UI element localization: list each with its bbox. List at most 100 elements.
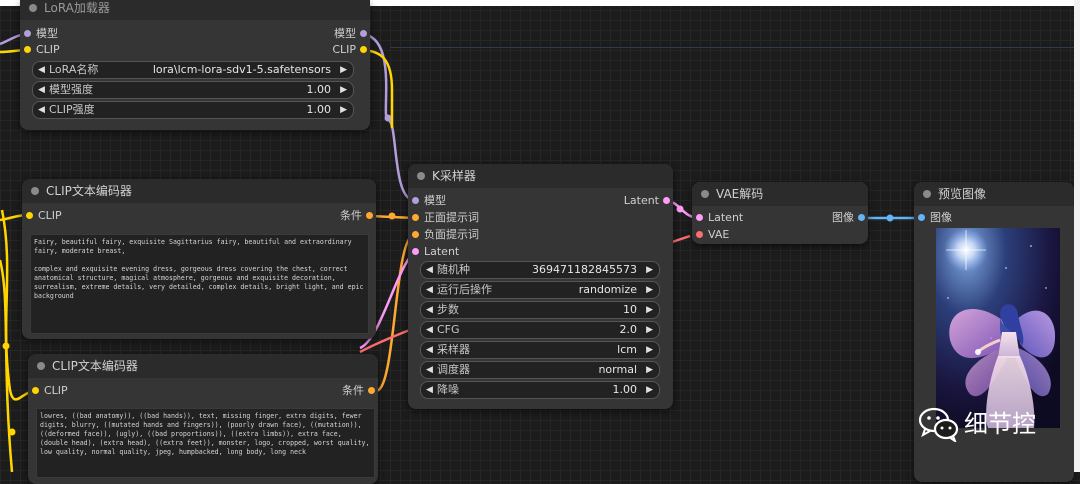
vae-in-vae[interactable]: VAE bbox=[692, 227, 788, 243]
arrow-right-icon[interactable]: ▶ bbox=[646, 342, 653, 358]
wire-positive-reroute bbox=[388, 212, 396, 220]
clip-pos-out-conditioning[interactable]: 条件 bbox=[262, 208, 376, 224]
clip-neg-header[interactable]: CLIP文本编码器 bbox=[28, 354, 378, 378]
port-model-dot[interactable] bbox=[412, 197, 419, 204]
arrow-right-icon[interactable]: ▶ bbox=[646, 322, 653, 338]
ksampler-in-latent[interactable]: Latent bbox=[408, 244, 544, 260]
clip-pos-title: CLIP文本编码器 bbox=[46, 184, 132, 198]
widget-label: 采样器 bbox=[437, 343, 470, 356]
port-model-dot[interactable] bbox=[360, 30, 367, 37]
widget-value: lcm bbox=[617, 343, 637, 356]
vae-decode-node[interactable]: VAE解码 Latent VAE 图像 bbox=[692, 182, 868, 244]
arrow-left-icon[interactable]: ◀ bbox=[426, 282, 433, 298]
port-latent-dot[interactable] bbox=[696, 214, 703, 221]
sampler-combo[interactable]: ◀ 采样器 lcm ▶ bbox=[420, 341, 660, 359]
generated-image-preview[interactable] bbox=[936, 228, 1060, 428]
clip-neg-out-conditioning[interactable]: 条件 bbox=[264, 383, 378, 399]
negative-prompt-textarea[interactable]: lowres, ((bad anatomy)), ((bad hands)), … bbox=[36, 408, 375, 478]
lora-name-combo[interactable]: ◀ LoRA名称 lora\lcm-lora-sdv1-5.safetensor… bbox=[32, 61, 354, 79]
ksampler-node[interactable]: K采样器 模型 正面提示词 负面提示词 Latent Latent ◀ 随机种 … bbox=[408, 164, 673, 409]
steps-number[interactable]: ◀ 步数 10 ▶ bbox=[420, 301, 660, 319]
port-conditioning-dot[interactable] bbox=[366, 212, 373, 219]
vae-header[interactable]: VAE解码 bbox=[692, 182, 868, 206]
arrow-left-icon[interactable]: ◀ bbox=[38, 102, 45, 118]
collapse-dot-icon[interactable] bbox=[29, 4, 37, 12]
clip-pos-in-clip[interactable]: CLIP bbox=[22, 208, 138, 224]
clip-strength-number[interactable]: ◀ CLIP强度 1.00 ▶ bbox=[32, 101, 354, 119]
cfg-number[interactable]: ◀ CFG 2.0 ▶ bbox=[420, 321, 660, 339]
port-label: CLIP bbox=[36, 43, 60, 56]
arrow-left-icon[interactable]: ◀ bbox=[38, 82, 45, 98]
port-model-dot[interactable] bbox=[24, 30, 31, 37]
collapse-dot-icon[interactable] bbox=[31, 187, 39, 195]
arrow-left-icon[interactable]: ◀ bbox=[38, 62, 45, 78]
port-label: VAE bbox=[708, 228, 730, 241]
collapse-dot-icon[interactable] bbox=[37, 362, 45, 370]
port-clip-dot[interactable] bbox=[32, 387, 39, 394]
lora-in-clip[interactable]: CLIP bbox=[20, 42, 136, 58]
arrow-right-icon[interactable]: ▶ bbox=[646, 282, 653, 298]
preview-header[interactable]: 预览图像 bbox=[914, 182, 1074, 206]
port-label: 模型 bbox=[424, 194, 446, 207]
arrow-left-icon[interactable]: ◀ bbox=[426, 322, 433, 338]
scheduler-combo[interactable]: ◀ 调度器 normal ▶ bbox=[420, 361, 660, 379]
ksampler-in-negative[interactable]: 负面提示词 bbox=[408, 227, 544, 243]
port-clip-dot[interactable] bbox=[360, 46, 367, 53]
port-conditioning-dot[interactable] bbox=[412, 214, 419, 221]
fairy-image bbox=[936, 228, 1060, 428]
port-latent-dot[interactable] bbox=[663, 197, 670, 204]
collapse-dot-icon[interactable] bbox=[701, 190, 709, 198]
port-label: 图像 bbox=[832, 211, 854, 224]
arrow-right-icon[interactable]: ▶ bbox=[646, 382, 653, 398]
lora-out-clip[interactable]: CLIP bbox=[256, 42, 370, 58]
port-conditioning-dot[interactable] bbox=[368, 387, 375, 394]
denoise-number[interactable]: ◀ 降噪 1.00 ▶ bbox=[420, 381, 660, 399]
clip-text-encode-positive-node[interactable]: CLIP文本编码器 CLIP 条件 Fairy, beautiful fairy… bbox=[22, 179, 376, 339]
model-strength-number[interactable]: ◀ 模型强度 1.00 ▶ bbox=[32, 81, 354, 99]
wire-left-reroute-b bbox=[8, 428, 16, 436]
port-image-dot[interactable] bbox=[918, 214, 925, 221]
ksampler-title: K采样器 bbox=[432, 169, 476, 183]
arrow-right-icon[interactable]: ▶ bbox=[646, 362, 653, 378]
collapse-dot-icon[interactable] bbox=[417, 172, 425, 180]
preview-in-image[interactable]: 图像 bbox=[914, 210, 1010, 226]
ksampler-header[interactable]: K采样器 bbox=[408, 164, 673, 188]
clip-text-encode-negative-node[interactable]: CLIP文本编码器 CLIP 条件 lowres, ((bad anatomy)… bbox=[28, 354, 378, 484]
lora-out-model[interactable]: 模型 bbox=[256, 26, 370, 42]
arrow-left-icon[interactable]: ◀ bbox=[426, 362, 433, 378]
arrow-right-icon[interactable]: ▶ bbox=[340, 62, 347, 78]
port-label: 模型 bbox=[334, 27, 356, 40]
arrow-right-icon[interactable]: ▶ bbox=[340, 82, 347, 98]
ksampler-in-model[interactable]: 模型 bbox=[408, 193, 544, 209]
arrow-left-icon[interactable]: ◀ bbox=[426, 302, 433, 318]
ksampler-in-positive[interactable]: 正面提示词 bbox=[408, 210, 544, 226]
port-clip-dot[interactable] bbox=[26, 212, 33, 219]
lora-in-model[interactable]: 模型 bbox=[20, 26, 136, 42]
arrow-right-icon[interactable]: ▶ bbox=[646, 262, 653, 278]
seed-number[interactable]: ◀ 随机种 369471182845573 ▶ bbox=[420, 261, 660, 279]
lora-node-header[interactable]: LoRA加载器 bbox=[20, 0, 370, 20]
clip-pos-header[interactable]: CLIP文本编码器 bbox=[22, 179, 376, 203]
widget-value: 369471182845573 bbox=[532, 263, 637, 276]
control-after-generate-combo[interactable]: ◀ 运行后操作 randomize ▶ bbox=[420, 281, 660, 299]
port-label: 负面提示词 bbox=[424, 228, 479, 241]
port-latent-dot[interactable] bbox=[412, 248, 419, 255]
collapse-dot-icon[interactable] bbox=[923, 190, 931, 198]
widget-value: normal bbox=[598, 363, 637, 376]
clip-neg-in-clip[interactable]: CLIP bbox=[28, 383, 144, 399]
port-clip-dot[interactable] bbox=[24, 46, 31, 53]
lora-loader-node[interactable]: LoRA加载器 模型 CLIP 模型 CLIP ◀ LoRA名称 lora\lc… bbox=[20, 0, 370, 130]
arrow-right-icon[interactable]: ▶ bbox=[340, 102, 347, 118]
positive-prompt-textarea[interactable]: Fairy, beautiful fairy, exquisite Sagitt… bbox=[30, 234, 369, 334]
arrow-left-icon[interactable]: ◀ bbox=[426, 342, 433, 358]
port-vae-dot[interactable] bbox=[696, 231, 703, 238]
arrow-left-icon[interactable]: ◀ bbox=[426, 382, 433, 398]
arrow-right-icon[interactable]: ▶ bbox=[646, 302, 653, 318]
arrow-left-icon[interactable]: ◀ bbox=[426, 262, 433, 278]
port-label: 条件 bbox=[340, 209, 362, 222]
ksampler-out-latent[interactable]: Latent bbox=[559, 193, 673, 209]
vae-out-image[interactable]: 图像 bbox=[774, 210, 868, 226]
port-image-dot[interactable] bbox=[858, 214, 865, 221]
wire-left-reroute-a bbox=[2, 342, 10, 350]
port-conditioning-dot[interactable] bbox=[412, 231, 419, 238]
